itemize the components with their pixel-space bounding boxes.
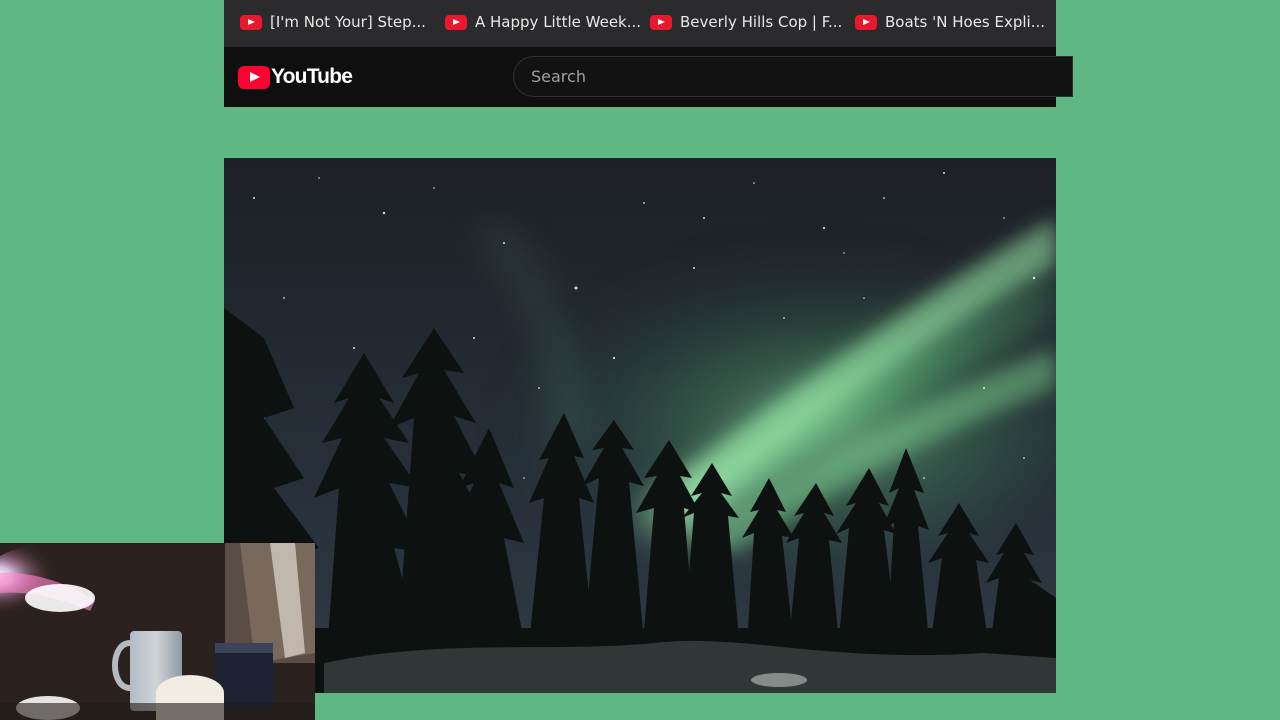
bookmark-item[interactable]: Beverly Hills Cop | F... <box>650 11 842 33</box>
bookmark-label: A Happy Little Week... <box>475 13 642 31</box>
bookmark-label: Beverly Hills Cop | F... <box>680 13 843 31</box>
browser-window: [I'm Not Your] Step... A Happy Little We… <box>224 0 1073 107</box>
bookmark-label: Boats 'N Hoes Expli... <box>885 13 1046 31</box>
bookmark-item[interactable]: Boats 'N Hoes Expli... <box>855 11 1045 33</box>
youtube-favicon-icon <box>445 14 467 30</box>
youtube-logo[interactable]: YouTube <box>238 65 353 89</box>
bookmark-label: [I'm Not Your] Step... <box>270 13 426 31</box>
webcam-feed-frame <box>0 543 315 720</box>
youtube-favicon-icon <box>650 14 672 30</box>
youtube-header: YouTube <box>224 47 1073 107</box>
youtube-favicon-icon <box>240 14 262 30</box>
aurora-video-frame <box>224 158 1056 693</box>
youtube-logo-icon <box>238 65 270 89</box>
search-input[interactable] <box>513 56 1073 97</box>
video-player[interactable] <box>224 158 1056 693</box>
logo-text: YouTube <box>271 65 353 88</box>
youtube-favicon-icon <box>855 14 877 30</box>
bookmark-item[interactable]: A Happy Little Week... <box>445 11 641 33</box>
bookmark-item[interactable]: [I'm Not Your] Step... <box>240 11 426 33</box>
webcam-overlay <box>0 543 315 720</box>
bookmarks-bar: [I'm Not Your] Step... A Happy Little We… <box>224 0 1056 47</box>
